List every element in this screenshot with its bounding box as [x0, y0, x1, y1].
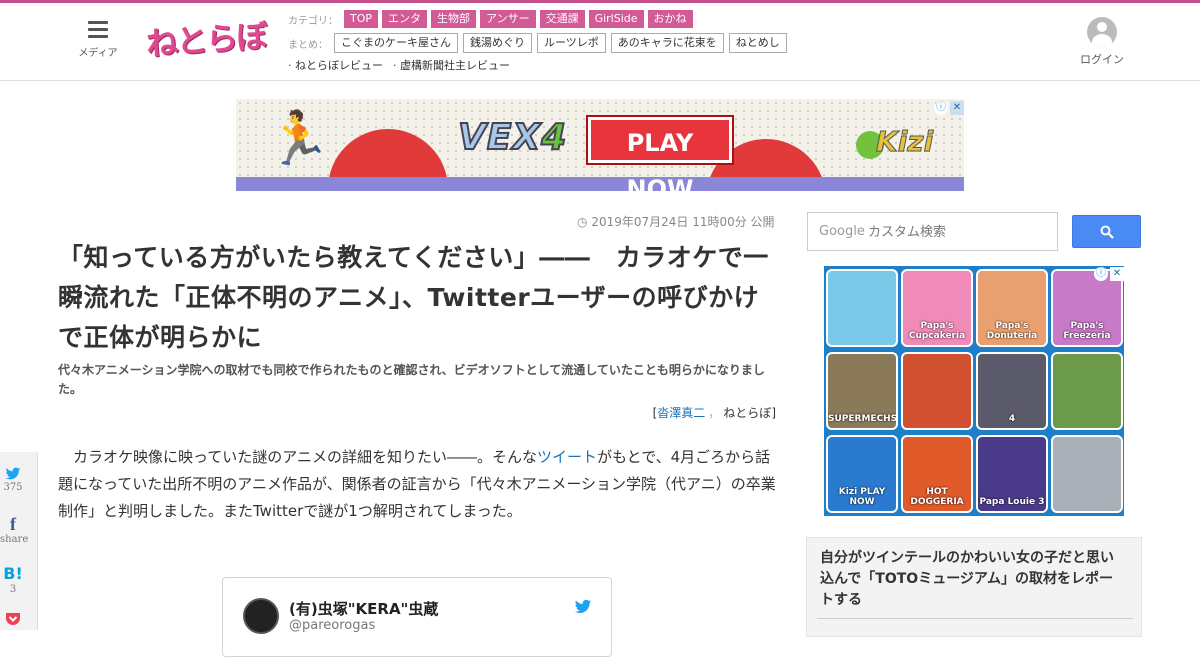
matome-nav: まとめ： こぐまのケーキ屋さん 銭湯めぐり ルーツレポ あのキャラに花束を ねとめし	[288, 33, 792, 53]
article-headline: 「知っている方がいたら教えてください」―― カラオケで一瞬流れた「正体不明のアニ…	[58, 243, 769, 352]
ad-info-icon[interactable]: ⓘ	[934, 101, 948, 115]
search-button[interactable]	[1072, 215, 1141, 248]
twitter-share-count: 375	[3, 482, 23, 493]
embedded-tweet[interactable]: (有)虫塚"KERA"虫蔵 @pareorogas	[222, 577, 612, 657]
matome-tag[interactable]: ルーツレポ	[537, 33, 606, 53]
category-tag[interactable]: アンサー	[480, 10, 536, 28]
matome-tag[interactable]: こぐまのケーキ屋さん	[334, 33, 458, 53]
game-tile-title: Papa Louie 3	[979, 497, 1045, 507]
ad-play-now-button[interactable]: PLAY NOW	[588, 117, 732, 191]
pocket-icon	[6, 613, 20, 625]
hamburger-icon	[88, 21, 108, 39]
game-tile[interactable]: HOT DOGGERIA	[901, 435, 973, 513]
hatena-bookmark-button[interactable]: B! 3	[0, 564, 26, 595]
site-header: メディア ねとらぼ カテゴリ： TOP エンタ 生物部 アンサー 交通課 GirlSide…	[0, 3, 1200, 81]
ad-kizi-logo: Kizi	[875, 125, 934, 159]
game-tile-title: Papa's Cupcakeria	[908, 321, 966, 341]
matome-tag[interactable]: 銭湯めぐり	[463, 33, 532, 53]
google-logo: Google	[819, 224, 865, 239]
ad-floor-strip	[236, 177, 964, 191]
divider	[817, 618, 1133, 619]
game-tile[interactable]: Papa Louie 3	[976, 435, 1048, 513]
game-tile[interactable]	[901, 352, 973, 430]
article-lead: 代々木アニメーション学院への取材でも同校で作られたものと確認され、ビデオソフトと…	[58, 363, 765, 396]
ad-close-icon[interactable]: ✕	[1110, 267, 1124, 281]
category-tag[interactable]: 生物部	[431, 10, 477, 28]
tweet-author-name[interactable]: (有)虫塚"KERA"虫蔵	[289, 598, 438, 619]
game-tile[interactable]: SUPERMECHS	[826, 352, 898, 430]
ad-close-icon[interactable]: ✕	[950, 101, 964, 115]
share-rail: 375 f share B! 3	[0, 452, 38, 630]
clock-icon: ◷	[577, 215, 588, 229]
review-link-kyoko[interactable]: · 虚構新聞社主レビュー	[393, 57, 510, 73]
game-tile[interactable]	[1051, 435, 1123, 513]
running-stickman-icon: 🏃	[266, 109, 331, 169]
tweet-author-handle[interactable]: @pareorogas	[289, 618, 375, 633]
category-tag[interactable]: おかね	[647, 10, 693, 28]
publication-name: ねとらぼ	[723, 406, 772, 420]
ad-vex-logo: VEX4	[457, 116, 568, 159]
matome-nav-label: まとめ：	[288, 39, 328, 51]
twitter-share-button[interactable]: 375	[0, 466, 26, 493]
search-input[interactable]	[868, 219, 1048, 245]
game-tile[interactable]: Kizi PLAY NOW	[826, 435, 898, 513]
facebook-share-label: share	[0, 534, 29, 545]
recommended-article-box: 自分がツインテールのかわいい女の子だと思い込んで「TOTOミュージアム」の取材を…	[806, 537, 1142, 637]
ad-info-icon[interactable]: ⓘ	[1094, 267, 1108, 281]
hatena-bookmark-icon: B!	[3, 564, 23, 583]
search-icon	[1100, 225, 1114, 239]
media-menu-label: メディア	[78, 48, 118, 59]
article-byline: [沓澤真二，ねとらぼ]	[652, 406, 776, 420]
twitter-bird-icon	[5, 467, 21, 480]
game-tile-title: 4	[1008, 414, 1016, 424]
game-tile[interactable]: 4	[976, 352, 1048, 430]
facebook-share-button[interactable]: f share	[0, 514, 29, 545]
category-tag[interactable]: TOP	[344, 10, 379, 28]
hatena-bookmark-count: 3	[9, 584, 17, 595]
category-nav-label: カテゴリ：	[288, 15, 338, 27]
game-tile-title: Papa's Donuteria	[986, 321, 1038, 341]
matome-tag[interactable]: あのキャラに花束を	[610, 33, 724, 53]
game-tile-title: Papa's Freezeria	[1063, 321, 1111, 341]
tweet-author-avatar[interactable]	[243, 598, 279, 634]
category-nav: カテゴリ： TOP エンタ 生物部 アンサー 交通課 GirlSide おかね	[288, 10, 697, 28]
login-label: ログイン	[1080, 53, 1124, 66]
facebook-icon: f	[10, 514, 16, 534]
games-ad-grid[interactable]: Papa's Cupcakeria Papa's Donuteria Papa's …	[824, 266, 1124, 516]
publish-date: ◷ 2019年07月24日 11時00分 公開	[577, 215, 775, 229]
category-tag[interactable]: GirlSide	[588, 10, 644, 28]
site-search-box: Google	[807, 212, 1058, 251]
review-nav: · ねとらぼレビュー · 虚構新聞社主レビュー	[288, 57, 520, 73]
tweet-link[interactable]: ツイート	[537, 448, 597, 466]
game-tile-title: SUPERMECHS	[828, 414, 898, 424]
user-avatar-icon	[1087, 17, 1117, 47]
top-ad-banner[interactable]: 🏃 VEX4 PLAY NOW Kizi	[236, 99, 964, 191]
game-tile[interactable]: Papa's Donuteria	[976, 269, 1048, 347]
game-tile[interactable]	[826, 269, 898, 347]
review-link-nlab[interactable]: · ねとらぼレビュー	[288, 57, 383, 73]
login-button[interactable]: ログイン	[1078, 17, 1126, 67]
media-menu-button[interactable]: メディア	[76, 21, 120, 59]
pocket-button[interactable]	[0, 612, 26, 626]
category-tag[interactable]: エンタ	[382, 10, 428, 28]
game-tile[interactable]: Papa's Cupcakeria	[901, 269, 973, 347]
game-tile[interactable]	[1051, 352, 1123, 430]
article-body-paragraph: カラオケ映像に映っていた謎のアニメの詳細を知りたい――。そんなツイートがもとで、…	[58, 448, 776, 520]
recommended-article-link[interactable]: 自分がツインテールのかわいい女の子だと思い込んで「TOTOミュージアム」の取材を…	[820, 548, 1120, 611]
author-link[interactable]: 沓澤真二	[657, 406, 705, 420]
matome-tag[interactable]: ねとめし	[728, 33, 787, 53]
game-tile-title: HOT DOGGERIA	[910, 487, 964, 507]
game-tile-title: Kizi PLAY NOW	[838, 487, 886, 507]
category-tag[interactable]: 交通課	[539, 10, 585, 28]
twitter-bird-icon[interactable]	[573, 598, 593, 616]
site-logo[interactable]: ねとらぼ	[145, 11, 268, 65]
